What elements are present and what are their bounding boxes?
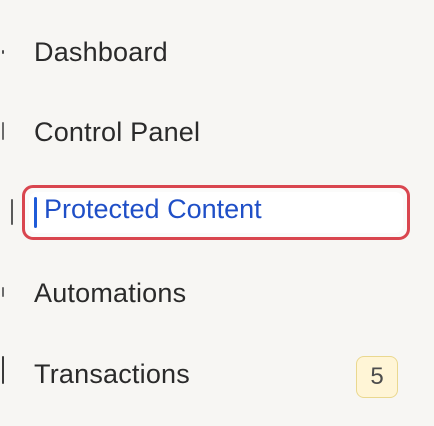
left-edge-marker (11, 199, 13, 225)
left-edge-marker (2, 122, 4, 140)
sidebar-item-label: Automations (34, 277, 187, 308)
left-edge-marker (2, 287, 4, 297)
sidebar-item-transactions[interactable]: Transactions 5 (0, 346, 434, 402)
sidebar-item-automations[interactable]: Automations (0, 265, 434, 321)
notification-count-badge: 5 (356, 356, 398, 398)
sidebar-navigation: Dashboard Control Panel Protected Conten… (0, 0, 434, 426)
active-item-indicator (34, 197, 37, 228)
sidebar-item-label: Transactions (34, 358, 190, 389)
sidebar-item-protected-content[interactable]: Protected Content (0, 185, 434, 241)
sidebar-item-label: Control Panel (34, 116, 201, 147)
sidebar-item-dashboard[interactable]: Dashboard (0, 24, 434, 80)
sidebar-item-label: Protected Content (44, 194, 262, 224)
left-edge-marker (2, 50, 4, 54)
sidebar-item-control-panel[interactable]: Control Panel (0, 104, 434, 160)
left-edge-marker (2, 356, 4, 384)
sidebar-item-label: Dashboard (34, 36, 168, 67)
